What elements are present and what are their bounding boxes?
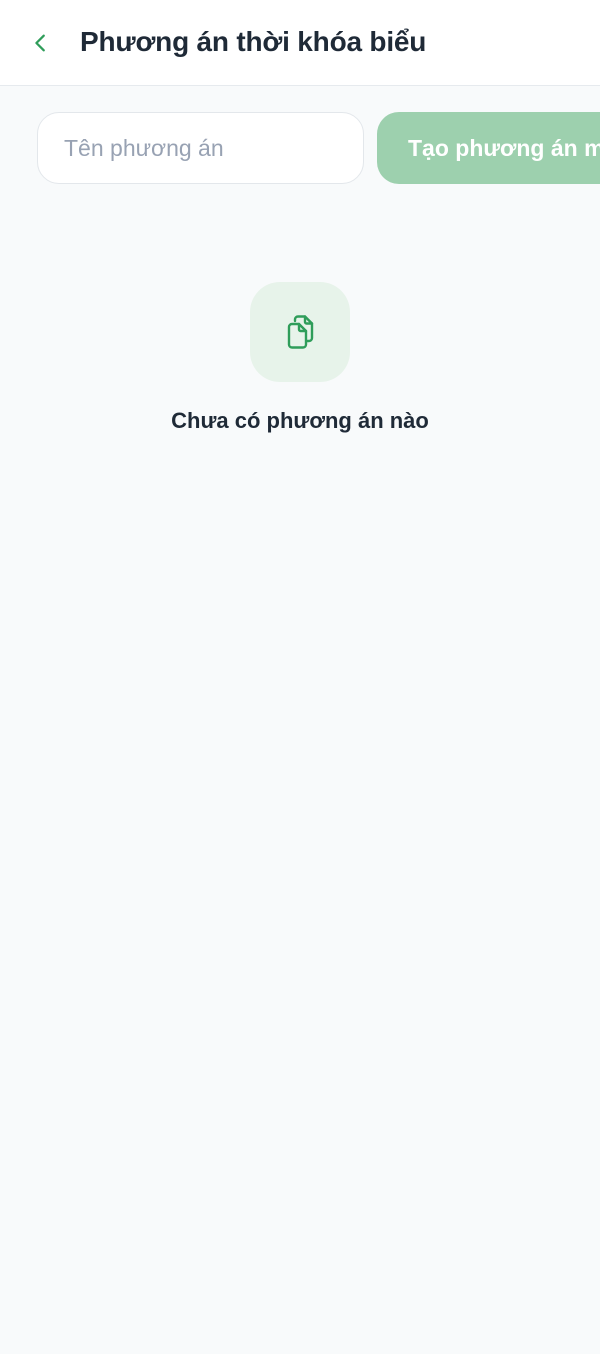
create-plan-button[interactable]: Tạo phương án mới [377,112,600,184]
plan-name-input[interactable] [37,112,364,184]
empty-state: Chưa có phương án nào [0,282,600,434]
back-button[interactable] [22,24,60,62]
empty-state-icon-container [250,282,350,382]
create-plan-form: Tạo phương án mới [0,112,600,186]
empty-state-message: Chưa có phương án nào [171,408,429,433]
page-title: Phương án thời khóa biểu [80,26,427,57]
documents-icon [287,315,314,349]
app-header: Phương án thời khóa biểu [0,0,600,86]
chevron-left-icon [35,34,45,52]
